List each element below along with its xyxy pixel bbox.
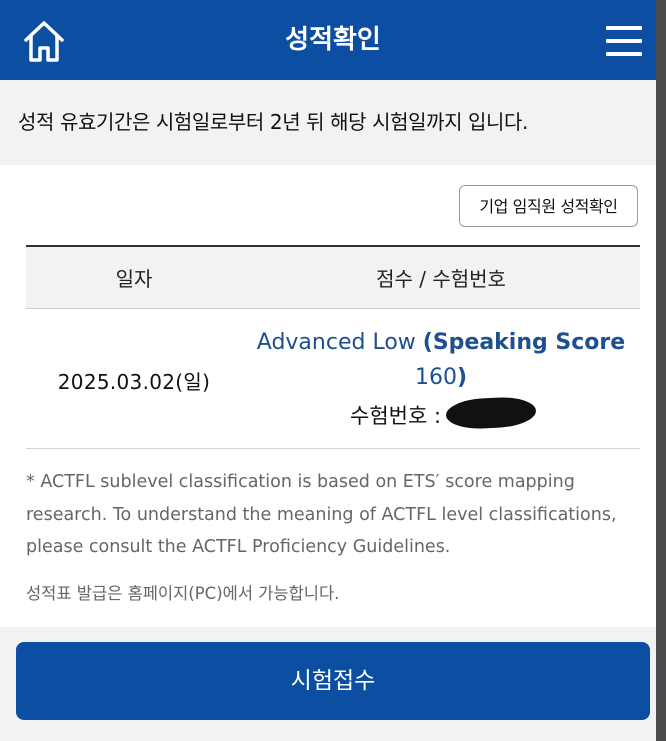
score-value-line: 160) (242, 365, 640, 390)
menu-bar-bottom (606, 52, 642, 56)
page-title: 성적확인 (285, 25, 381, 55)
actfl-footnote: * ACTFL sublevel classification is based… (26, 466, 636, 564)
validity-notice-text: 성적 유효기간은 시험일로부터 2년 뒤 해당 시험일까지 입니다. (18, 110, 528, 134)
window-edge (656, 0, 666, 741)
menu-bar-top (606, 26, 642, 30)
menu-bar-middle (606, 39, 642, 43)
corporate-score-check-button[interactable]: 기업 임직원 성적확인 (459, 185, 638, 227)
column-header-date: 일자 (115, 267, 153, 291)
table-row-divider (26, 448, 640, 449)
speaking-score-close: ) (456, 365, 468, 390)
exam-registration-button[interactable]: 시험접수 (16, 642, 650, 720)
footnote-line: * ACTFL sublevel classification is based… (26, 472, 575, 492)
menu-button[interactable] (606, 24, 642, 58)
proficiency-level: Advanced Low (256, 330, 423, 355)
column-header-score: 점수 / 수험번호 (376, 267, 506, 291)
exam-number-label: 수험번호 : (350, 404, 442, 428)
score-level-line: Advanced Low (Speaking Score (242, 330, 640, 355)
footnote-line: research. To understand the meaning of A… (26, 504, 617, 525)
footnote-line: please consult the ACTFL Proficiency Gui… (26, 537, 451, 557)
speaking-score-value: 160 (414, 365, 457, 390)
speaking-score-label: (Speaking Score (422, 330, 626, 355)
exam-date-cell: 2025.03.02(일) (57, 370, 211, 394)
certificate-print-note: 성적표 발급은 홈페이지(PC)에서 가능합니다. (26, 584, 340, 603)
